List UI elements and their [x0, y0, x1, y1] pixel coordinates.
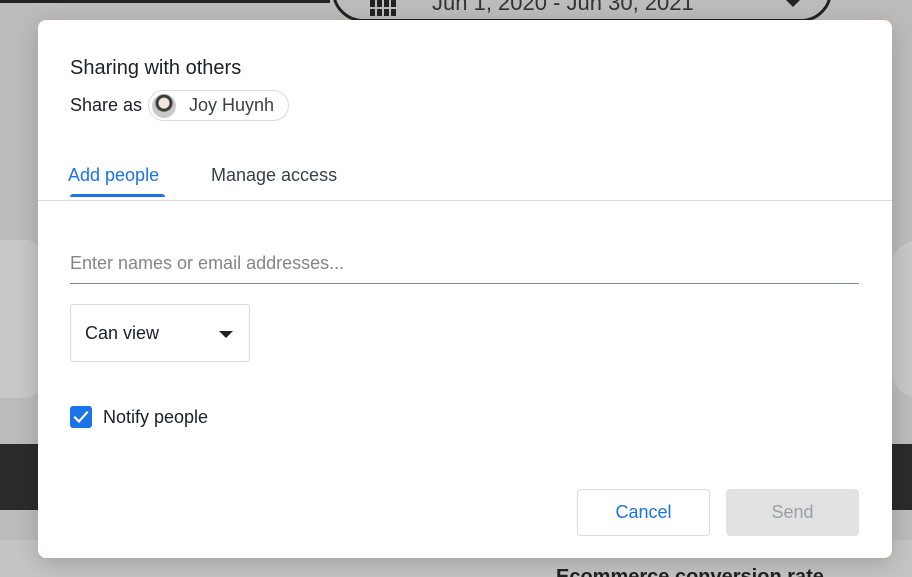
people-input[interactable] [70, 244, 859, 284]
calendar-icon [370, 0, 396, 16]
send-button[interactable]: Send [726, 489, 859, 536]
dialog-title: Sharing with others [70, 57, 242, 79]
tab-add-people[interactable]: Add people [68, 165, 159, 186]
tab-manage-access[interactable]: Manage access [211, 165, 337, 186]
background-card [0, 240, 40, 398]
chevron-down-icon [786, 0, 800, 7]
background-card [890, 240, 912, 398]
share-as-label: Share as [70, 95, 143, 115]
caret-down-icon [219, 331, 233, 338]
notify-people-toggle[interactable]: Notify people [70, 406, 208, 428]
notify-checkbox[interactable] [70, 406, 92, 428]
permission-dropdown[interactable]: Can view [70, 304, 250, 362]
background-metric-title: Ecommerce conversion rate [556, 566, 824, 577]
background-divider [0, 0, 330, 3]
checkmark-icon [73, 410, 89, 424]
notify-label: Notify people [103, 406, 209, 427]
date-range-text: Jun 1, 2020 - Jun 30, 2021 [432, 0, 694, 15]
cancel-button[interactable]: Cancel [577, 489, 710, 536]
tab-bar: Add people Manage access [38, 150, 892, 201]
share-dialog: Sharing with others Share as Joy Huynh A… [38, 20, 892, 558]
user-chip: Joy Huynh [148, 90, 290, 121]
permission-selected: Can view [85, 322, 160, 343]
avatar [152, 93, 176, 118]
user-name: Joy Huynh [189, 95, 275, 115]
active-tab-indicator [70, 194, 165, 197]
